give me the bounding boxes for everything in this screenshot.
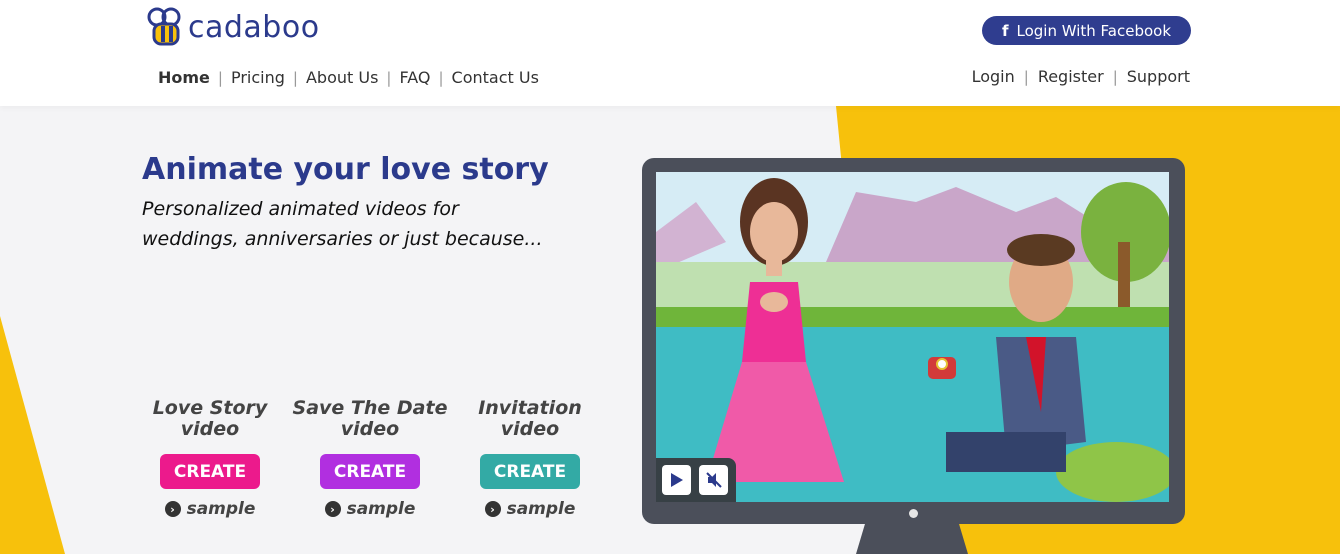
card-title: Save The Date video [293, 398, 448, 446]
card-save-the-date: Save The Date video CREATE › sample [290, 398, 450, 520]
card-invitation: Invitation video CREATE › sample [450, 398, 610, 520]
nav-support[interactable]: Support [1118, 67, 1190, 86]
video-monitor [642, 158, 1185, 524]
card-love-story: Love Story video CREATE › sample [130, 398, 290, 520]
hero-subline-line-2: weddings, anniversaries or just because.… [142, 228, 543, 250]
sample-label: sample [506, 499, 576, 519]
play-icon[interactable] [662, 465, 691, 495]
card-title: Invitation video [478, 398, 582, 446]
sample-label: sample [186, 499, 256, 519]
card-title-line-1: Love Story [152, 397, 268, 419]
nav-login[interactable]: Login [963, 67, 1024, 86]
hero-subline-line-1: Personalized animated videos for [142, 198, 459, 220]
card-title-line-1: Save The Date [292, 397, 448, 419]
card-title: Love Story video [153, 398, 268, 446]
card-title-line-2: video [500, 418, 560, 440]
nav-home[interactable]: Home [158, 68, 218, 87]
mute-icon[interactable] [699, 465, 728, 495]
hero-subline: Personalized animated videos for wedding… [142, 194, 562, 254]
site-header: cadaboo Home | Pricing | About Us | FAQ … [0, 0, 1340, 106]
brand-name: cadaboo [188, 9, 320, 45]
user-nav: Login | Register | Support [963, 67, 1190, 86]
card-title-line-2: video [340, 418, 400, 440]
nav-register[interactable]: Register [1029, 67, 1113, 86]
chevron-right-icon: › [484, 501, 501, 517]
player-controls [656, 458, 736, 502]
monitor-stand [856, 524, 968, 554]
save-the-date-sample-link[interactable]: › sample [324, 499, 416, 519]
login-with-facebook-button[interactable]: f Login With Facebook [982, 16, 1191, 45]
create-invitation-button[interactable]: CREATE [480, 454, 580, 489]
love-story-sample-link[interactable]: › sample [164, 499, 256, 519]
card-title-line-2: video [180, 418, 240, 440]
create-save-the-date-button[interactable]: CREATE [320, 454, 420, 489]
logo[interactable]: cadaboo [146, 6, 320, 48]
login-with-facebook-label: Login With Facebook [1016, 21, 1172, 40]
hero-headline: Animate your love story [142, 152, 549, 187]
main-nav: Home | Pricing | About Us | FAQ | Contac… [158, 68, 547, 87]
bee-logo-icon [146, 6, 184, 48]
create-love-story-button[interactable]: CREATE [160, 454, 260, 489]
invitation-sample-link[interactable]: › sample [484, 499, 576, 519]
video-player[interactable] [656, 172, 1169, 502]
nav-contact-us[interactable]: Contact Us [444, 68, 547, 87]
animated-scene-illustration [656, 172, 1169, 502]
sample-label: sample [346, 499, 416, 519]
product-cards: Love Story video CREATE › sample Save Th… [130, 398, 610, 520]
nav-about-us[interactable]: About Us [298, 68, 386, 87]
nav-faq[interactable]: FAQ [391, 68, 438, 87]
chevron-right-icon: › [324, 501, 341, 517]
nav-pricing[interactable]: Pricing [223, 68, 293, 87]
card-title-line-1: Invitation [478, 397, 582, 419]
power-indicator [909, 509, 918, 518]
facebook-icon: f [1001, 21, 1009, 40]
chevron-right-icon: › [164, 501, 181, 517]
